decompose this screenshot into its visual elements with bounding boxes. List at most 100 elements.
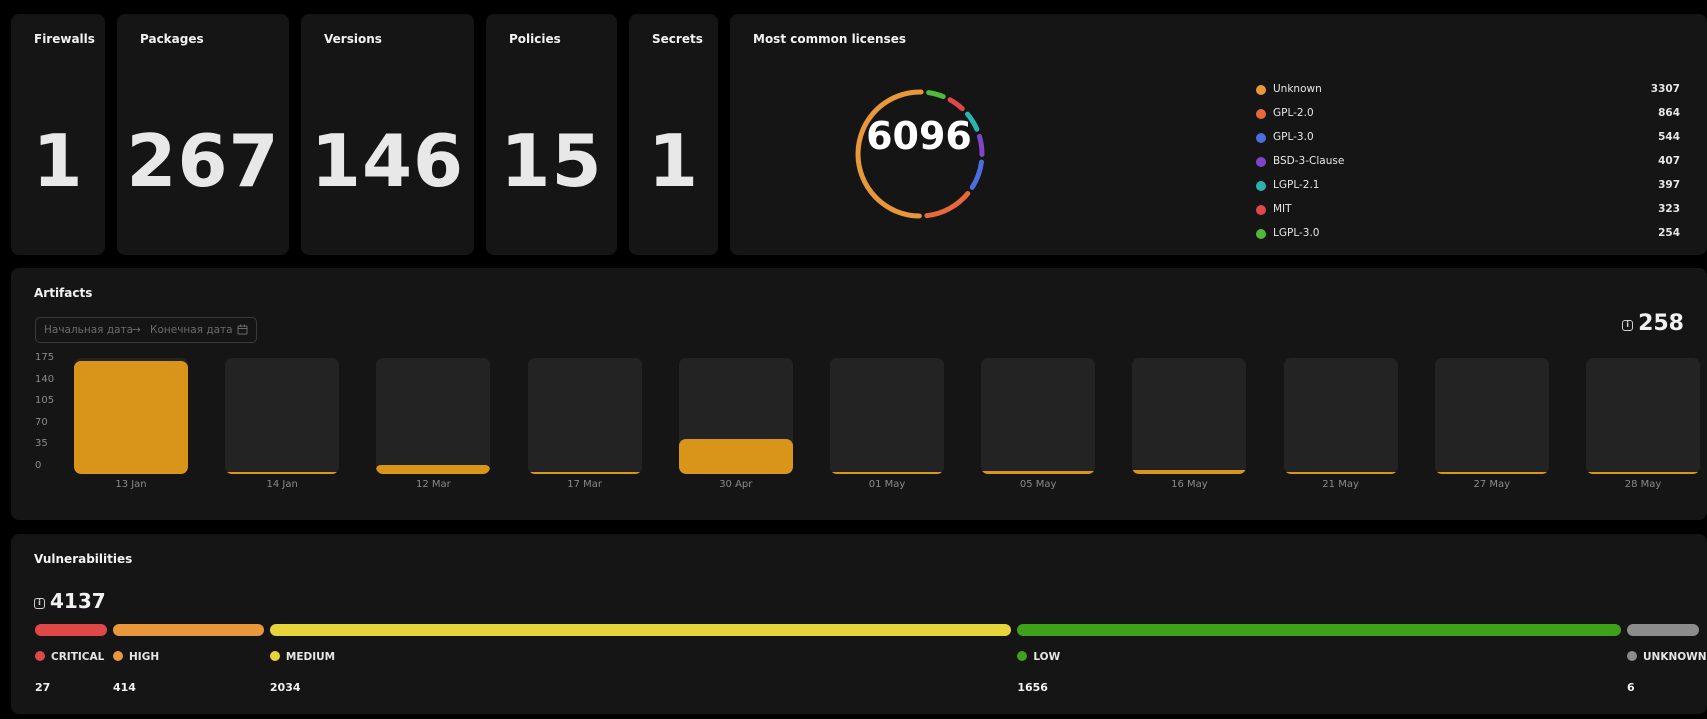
x-tick-label: 14 Jan	[266, 479, 298, 490]
bar[interactable]	[981, 471, 1096, 474]
arrow-right-icon: →	[132, 324, 141, 336]
versions-count: 146	[310, 119, 465, 203]
bar-track[interactable]	[1434, 358, 1549, 474]
legend-item[interactable]: GPL-2.0 864	[1256, 102, 1680, 126]
legend-value: 254	[1658, 227, 1680, 239]
secrets-card: Secrets 1	[629, 14, 718, 255]
bar[interactable]	[1434, 472, 1549, 474]
legend-label: BSD-3-Clause	[1273, 155, 1345, 167]
severity-bar-high[interactable]	[113, 624, 264, 636]
legend-value: 864	[1658, 107, 1680, 119]
firewalls-count: 1	[32, 119, 84, 203]
bar[interactable]	[1586, 472, 1700, 474]
donut-segment-gpl-3.0[interactable]	[969, 159, 984, 190]
date-range-picker[interactable]: Начальная дата → Конечная дата	[35, 317, 257, 343]
packages-card: Packages 267	[117, 14, 289, 255]
severity-bar-critical[interactable]	[35, 624, 107, 636]
artifacts-total: i 258	[1622, 311, 1684, 336]
y-tick-label: 175	[35, 352, 55, 363]
policies-count: 15	[500, 119, 603, 203]
legend-item[interactable]: MIT 323	[1256, 198, 1680, 222]
severity-count: 2034	[269, 681, 301, 694]
legend-label: GPL-3.0	[1273, 131, 1314, 143]
severity-bar-low[interactable]	[1017, 624, 1621, 636]
bar-track[interactable]	[74, 358, 188, 474]
vulnerabilities-title: Vulnerabilities	[34, 552, 133, 566]
end-date-input[interactable]: Конечная дата	[150, 324, 233, 336]
policies-card: Policies 15	[486, 14, 617, 255]
bar[interactable]	[1283, 472, 1398, 474]
licenses-title: Most common licenses	[753, 32, 907, 46]
y-tick-label: 35	[35, 438, 48, 450]
versions-title: Versions	[324, 32, 382, 46]
x-tick-label: 28 May	[1624, 479, 1662, 490]
severity-count: 6	[1627, 681, 1635, 694]
packages-title: Packages	[140, 32, 204, 46]
x-tick-label: 21 May	[1322, 479, 1359, 490]
legend-value: 407	[1658, 155, 1680, 167]
info-icon[interactable]: i	[34, 598, 45, 609]
severity-name: UNKNOWN	[1643, 651, 1707, 663]
vulnerabilities-card: Vulnerabilities i 4137 CRITICAL 27 HIGH 414 M…	[11, 534, 1707, 714]
donut-segment-gpl-2.0[interactable]	[924, 191, 971, 219]
legend-item[interactable]: Unknown 3307	[1256, 78, 1680, 102]
bar[interactable]	[830, 472, 944, 474]
bar-track[interactable]	[981, 358, 1096, 474]
legend-value: 544	[1658, 131, 1680, 143]
legend-item[interactable]: BSD-3-Clause 407	[1256, 150, 1680, 174]
y-tick-label: 140	[35, 373, 55, 385]
severity-count: 1656	[1017, 681, 1048, 694]
severity-label: MEDIUM	[269, 651, 336, 663]
y-tick-label: 105	[35, 395, 55, 407]
x-tick-label: 05 May	[1019, 479, 1057, 490]
legend-label: LGPL-3.0	[1273, 227, 1320, 239]
severity-label: CRITICAL	[35, 651, 104, 663]
legend-dot	[1256, 157, 1266, 167]
legend-item[interactable]: LGPL-3.0 254	[1256, 222, 1680, 246]
bar-track[interactable]	[1132, 358, 1247, 474]
severity-name: MEDIUM	[285, 651, 336, 663]
legend-item[interactable]: LGPL-2.1 397	[1256, 174, 1680, 198]
legend-label: Unknown	[1273, 83, 1322, 95]
bar-track[interactable]	[678, 358, 793, 474]
donut-segment-mit[interactable]	[947, 97, 965, 112]
info-icon[interactable]: i	[1622, 320, 1634, 331]
y-tick-label: 70	[35, 416, 48, 428]
legend-value: 3307	[1650, 83, 1680, 95]
bar-track[interactable]	[527, 358, 642, 474]
firewalls-title: Firewalls	[34, 32, 95, 46]
x-tick-label: 13 Jan	[115, 479, 147, 490]
donut-segment-lgpl-3.0[interactable]	[926, 90, 946, 100]
severity-dot	[1017, 651, 1028, 661]
packages-count: 267	[126, 119, 280, 203]
bar[interactable]	[376, 465, 491, 474]
legend-label: LGPL-2.1	[1273, 179, 1320, 191]
start-date-input[interactable]: Начальная дата	[44, 324, 133, 336]
severity-name: CRITICAL	[51, 651, 105, 663]
bar-track[interactable]	[225, 358, 340, 474]
bar-track[interactable]	[1586, 358, 1700, 474]
severity-dot	[35, 651, 45, 661]
legend-item[interactable]: GPL-3.0 544	[1256, 126, 1680, 150]
x-tick-label: 01 May	[868, 479, 906, 490]
severity-bar-unknown[interactable]	[1627, 624, 1699, 636]
versions-card: Versions 146	[301, 14, 474, 255]
legend-value: 323	[1658, 203, 1680, 215]
legend-dot	[1256, 205, 1266, 215]
severity-label: UNKNOWN	[1627, 651, 1707, 663]
bar[interactable]	[527, 472, 642, 474]
bar-track[interactable]	[376, 358, 491, 474]
severity-bar-medium[interactable]	[269, 624, 1012, 636]
bar[interactable]	[678, 438, 793, 474]
bar[interactable]	[74, 361, 188, 474]
licenses-total: 6096	[866, 114, 972, 158]
legend-dot	[1256, 181, 1266, 191]
legend-label: GPL-2.0	[1273, 107, 1314, 119]
bar-track[interactable]	[1283, 358, 1398, 474]
bar-track[interactable]	[830, 358, 944, 474]
policies-title: Policies	[509, 32, 561, 46]
bar[interactable]	[1132, 470, 1247, 474]
severity-dot	[113, 651, 123, 661]
x-tick-label: 30 Apr	[719, 479, 753, 490]
bar[interactable]	[225, 472, 340, 474]
